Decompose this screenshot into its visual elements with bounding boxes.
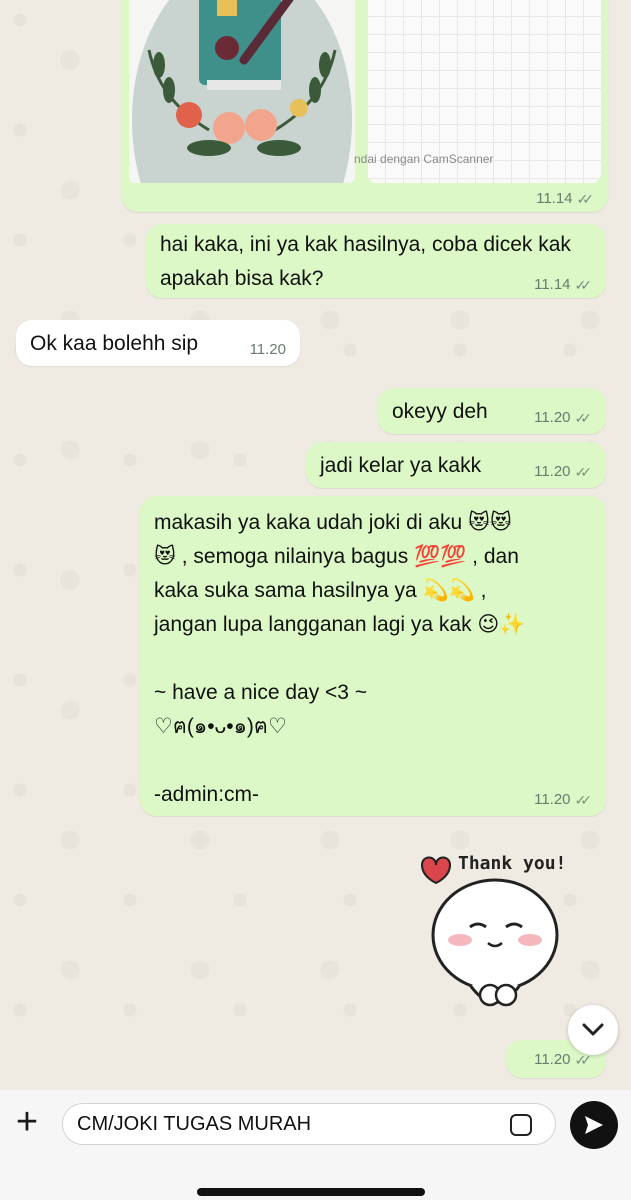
message-meta: 11.14 ✓✓ bbox=[536, 191, 594, 206]
book-illustration bbox=[132, 0, 352, 183]
message-time: 11.20 bbox=[534, 409, 571, 426]
outgoing-message-long[interactable]: makasih ya kaka udah joki di aku 😻😻 😻 , … bbox=[140, 496, 606, 816]
image-message[interactable]: ndai dengan CamScanner 11.14 ✓✓ bbox=[122, 0, 608, 212]
message-line: -admin:cm- bbox=[154, 783, 260, 806]
outgoing-message[interactable]: jadi kelar ya kakk 11.20 ✓✓ bbox=[306, 442, 606, 488]
chevron-down-icon bbox=[582, 1023, 604, 1036]
message-line: ~ have a nice day <3 ~ bbox=[154, 681, 368, 704]
read-ticks-icon: ✓✓ bbox=[574, 276, 593, 293]
book-illustration-image[interactable] bbox=[129, 0, 355, 183]
read-ticks-icon: ✓✓ bbox=[574, 791, 593, 808]
read-ticks-icon: ✓✓ bbox=[576, 190, 595, 207]
message-time: 11.20 bbox=[534, 1051, 571, 1068]
message-line bbox=[154, 642, 592, 676]
message-meta: 11.20 ✓✓ bbox=[534, 792, 592, 807]
composer-bar: + bbox=[0, 1090, 631, 1200]
sticker-text: Thank you! bbox=[458, 853, 567, 874]
message-meta: 11.20 ✓✓ bbox=[534, 464, 592, 479]
message-meta: 11.14 ✓✓ bbox=[534, 277, 592, 292]
message-time: 11.20 bbox=[534, 791, 571, 808]
outgoing-message[interactable]: okeyy deh 11.20 ✓✓ bbox=[378, 388, 606, 434]
message-line bbox=[154, 744, 592, 778]
message-time: 11.14 bbox=[536, 190, 573, 207]
sticker-icon[interactable] bbox=[510, 1114, 532, 1136]
message-meta: 11.20 bbox=[250, 342, 286, 357]
message-body: makasih ya kaka udah joki di aku 😻😻 😻 , … bbox=[140, 496, 606, 822]
message-time: 11.20 bbox=[249, 341, 286, 358]
camscanner-caption: ndai dengan CamScanner bbox=[354, 152, 494, 166]
message-meta: 11.20 ✓✓ bbox=[534, 410, 592, 425]
message-line: jangan lupa langganan lagi ya kak 😉✨ bbox=[154, 613, 526, 636]
chat-area[interactable]: ndai dengan CamScanner 11.14 ✓✓ hai kaka… bbox=[0, 0, 631, 1200]
message-time: 11.20 bbox=[534, 463, 571, 480]
message-line: 😻 , semoga nilainya bagus 💯💯 , dan bbox=[154, 545, 519, 568]
message-line: ♡ฅ(๑•ᴗ•๑)ฅ♡ bbox=[154, 715, 287, 738]
read-ticks-icon: ✓✓ bbox=[574, 409, 593, 426]
outgoing-message[interactable]: hai kaka, ini ya kak hasilnya, coba dice… bbox=[146, 224, 606, 298]
message-meta: 11.20 ✓✓ bbox=[534, 1052, 592, 1067]
send-icon bbox=[585, 1116, 603, 1134]
message-line: makasih ya kaka udah joki di aku 😻😻 bbox=[154, 511, 512, 534]
scroll-to-bottom-button[interactable] bbox=[568, 1005, 618, 1055]
message-time: 11.14 bbox=[534, 276, 571, 293]
send-button[interactable] bbox=[570, 1101, 618, 1149]
plus-icon[interactable]: + bbox=[10, 1103, 44, 1141]
incoming-message[interactable]: Ok kaa bolehh sip 11.20 bbox=[16, 320, 300, 366]
home-indicator bbox=[197, 1188, 425, 1196]
thank-you-sticker[interactable]: Thank you! bbox=[410, 845, 590, 1025]
read-ticks-icon: ✓✓ bbox=[574, 463, 593, 480]
message-input[interactable] bbox=[62, 1103, 556, 1145]
message-line: kaka suka sama hasilnya ya 💫💫 , bbox=[154, 579, 487, 602]
